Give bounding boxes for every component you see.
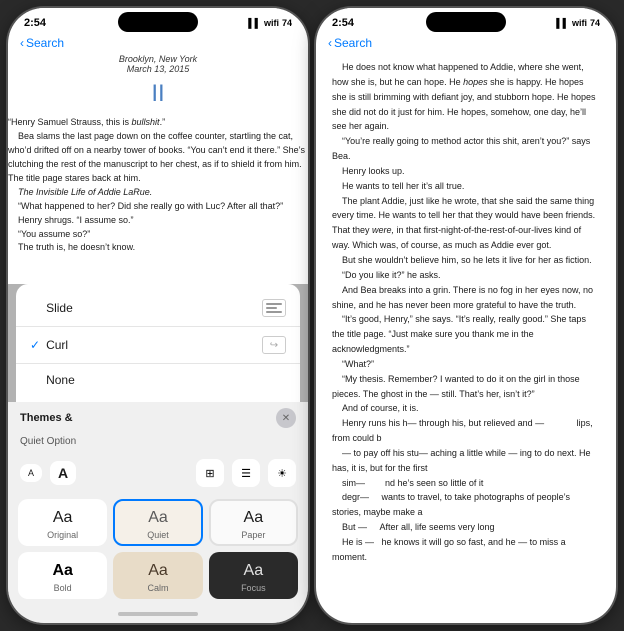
font-format-button[interactable]: ☰	[232, 459, 260, 487]
theme-quiet-label: Quiet	[147, 530, 169, 540]
right-phone-inner: He does not know what happened to Addie,…	[316, 54, 616, 623]
book-paragraph: “Henry Samuel Strauss, this is bullshit.…	[8, 116, 308, 255]
themes-bar: Themes & ✕	[8, 402, 308, 434]
left-book-content: Brooklyn, New YorkMarch 13, 2015 II “Hen…	[8, 54, 308, 255]
slide-options-list: ✓ Slide ✓	[16, 284, 300, 402]
right-back-button[interactable]: ‹ Search	[328, 36, 372, 50]
right-dynamic-island	[426, 12, 506, 32]
slide-icon	[262, 299, 286, 317]
theme-original-aa: Aa	[53, 509, 73, 527]
left-nav-bar: ‹ Search	[8, 34, 308, 54]
theme-focus[interactable]: Aa Focus	[209, 552, 298, 599]
right-status-time: 2:54	[332, 17, 354, 29]
theme-calm[interactable]: Aa Calm	[113, 552, 202, 599]
slide-option-slide[interactable]: ✓ Slide	[16, 290, 300, 327]
theme-paper-label: Paper	[241, 530, 265, 540]
theme-quiet-aa: Aa	[148, 509, 168, 527]
left-back-button[interactable]: ‹ Search	[20, 36, 64, 50]
theme-calm-aa: Aa	[148, 562, 168, 580]
theme-calm-label: Calm	[147, 583, 168, 593]
font-style-button[interactable]: ⊞	[196, 459, 224, 487]
book-location: Brooklyn, New YorkMarch 13, 2015	[8, 54, 308, 74]
right-status-icons: ▌▌ wifi 74	[556, 18, 600, 28]
left-home-indicator	[8, 605, 308, 623]
theme-paper[interactable]: Aa Paper	[209, 499, 298, 546]
right-nav-bar: ‹ Search	[316, 34, 616, 54]
left-status-time: 2:54	[24, 17, 46, 29]
right-phone: 2:54 ▌▌ wifi 74 ‹ Search He does not kno…	[316, 8, 616, 623]
font-decrease-button[interactable]: A	[20, 464, 42, 482]
slide-option-none[interactable]: ✓ None	[16, 364, 300, 396]
theme-grid: Aa Original Aa Quiet Aa Paper Aa Bold Aa	[8, 493, 308, 605]
theme-bold[interactable]: Aa Bold	[18, 552, 107, 599]
themes-label: Themes &	[20, 412, 73, 424]
theme-bold-aa: Aa	[52, 562, 72, 580]
quiet-option-label: Quiet Option	[8, 434, 308, 453]
close-button[interactable]: ✕	[276, 408, 296, 428]
theme-quiet[interactable]: Aa Quiet	[113, 499, 202, 546]
theme-paper-aa: Aa	[244, 509, 264, 527]
font-controls: A A ⊞ ☰ ☀	[8, 453, 308, 493]
overlay-panel: ✓ Slide ✓	[8, 284, 308, 623]
font-increase-button[interactable]: A	[50, 461, 76, 485]
theme-focus-aa: Aa	[244, 562, 264, 580]
left-status-icons: ▌▌ wifi 74	[248, 18, 292, 28]
slide-menu: ✓ Slide ✓	[16, 284, 300, 402]
left-phone: 2:54 ▌▌ wifi 74 ‹ Search Brooklyn, New Y…	[8, 8, 308, 623]
chapter-number: II	[8, 80, 308, 108]
theme-focus-label: Focus	[241, 583, 266, 593]
curl-icon: ↪	[262, 336, 286, 354]
app-container: 2:54 ▌▌ wifi 74 ‹ Search Brooklyn, New Y…	[0, 0, 624, 631]
theme-bold-label: Bold	[54, 583, 72, 593]
theme-original[interactable]: Aa Original	[18, 499, 107, 546]
brightness-button[interactable]: ☀	[268, 459, 296, 487]
right-book-content: He does not know what happened to Addie,…	[316, 54, 616, 623]
theme-original-label: Original	[47, 530, 78, 540]
slide-option-curl[interactable]: ✓ Curl ↪	[16, 327, 300, 364]
dynamic-island	[118, 12, 198, 32]
